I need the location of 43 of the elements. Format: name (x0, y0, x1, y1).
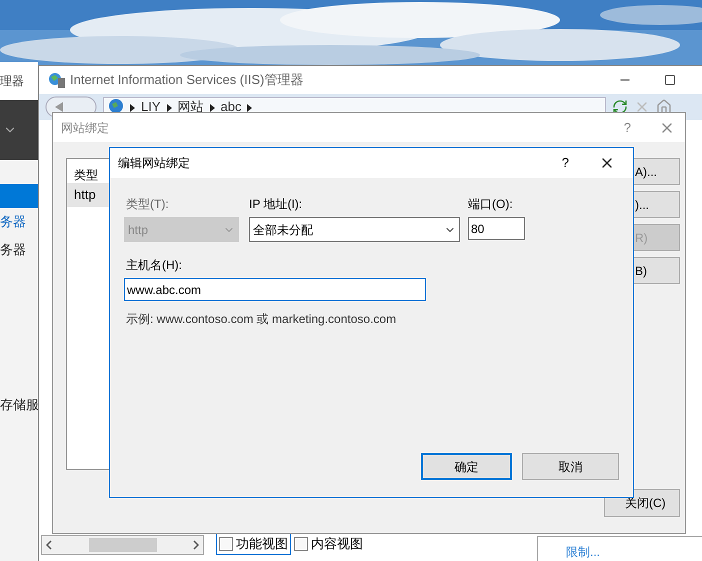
scroll-right-icon[interactable] (193, 540, 199, 550)
help-button[interactable]: ? (562, 153, 569, 173)
field-label: IP 地址(I): (249, 196, 304, 213)
dialog-button[interactable]: A)... (634, 158, 680, 185)
cancel-button[interactable]: 取消 (522, 453, 619, 480)
dialog-button[interactable]: B) (634, 257, 680, 284)
server-globe-icon (48, 72, 66, 88)
port-field[interactable]: 80 (468, 217, 525, 240)
view-tab[interactable]: 功能视图 (216, 533, 291, 555)
help-button[interactable]: ? (624, 118, 631, 138)
limits-link[interactable]: 限制... (566, 545, 600, 559)
selection-highlight (0, 184, 38, 208)
breadcrumb-item[interactable]: 网站 (178, 98, 204, 116)
globe-icon (108, 98, 124, 114)
field-label: 端口(O): (468, 196, 514, 213)
breadcrumb-item[interactable]: abc (220, 98, 242, 116)
window-title: 理器 (0, 73, 24, 90)
sidebar-item[interactable]: 务器 (0, 240, 38, 259)
path-arrow-icon (210, 104, 215, 112)
field-label: 类型(T): (125, 196, 170, 213)
dialog-title: 编辑网站绑定 (118, 155, 190, 172)
path-arrow-icon (130, 104, 135, 112)
path-arrow-icon (247, 104, 252, 112)
home-icon[interactable] (656, 99, 672, 115)
page-icon (294, 537, 308, 551)
ip-dropdown[interactable]: 全部未分配 (249, 217, 460, 242)
window-title: Internet Information Services (IIS)管理器 (70, 71, 304, 90)
breadcrumb-item[interactable]: LIY (141, 98, 161, 116)
column-header: 类型 (73, 167, 99, 183)
scroll-left-icon[interactable] (46, 540, 52, 550)
ok-button[interactable]: 确定 (421, 453, 512, 480)
path-arrow-icon (166, 104, 172, 112)
page-icon (219, 537, 233, 551)
example-text: 示例: www.contoso.com 或 marketing.contoso.com (125, 311, 398, 328)
view-tab[interactable]: 内容视图 (291, 533, 366, 555)
maximize-icon[interactable] (664, 74, 676, 86)
dialog-title: 网站绑定 (61, 120, 109, 136)
sidebar-item[interactable]: 务器 (0, 212, 38, 232)
dialog-button[interactable]: )... (634, 191, 680, 218)
scrollbar-thumb[interactable] (88, 538, 156, 552)
field-label: 主机名(H): (125, 257, 183, 274)
host-name-field[interactable]: www.abc.com (124, 278, 426, 301)
refresh-icon[interactable] (612, 99, 628, 115)
